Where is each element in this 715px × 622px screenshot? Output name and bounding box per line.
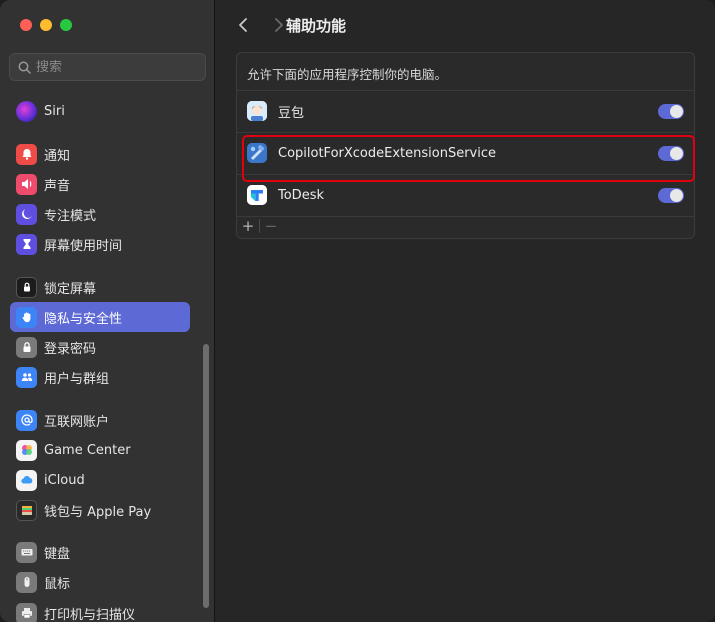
cloud-icon (16, 469, 37, 491)
sidebar-item-lock-screen[interactable]: 锁定屏幕 (10, 272, 190, 302)
sidebar-item-login-password[interactable]: 登录密码 (10, 332, 190, 362)
panel-footer: + − (237, 214, 694, 238)
search-icon (18, 61, 31, 74)
game-center-icon (16, 439, 37, 461)
toggle-doubao[interactable] (658, 103, 684, 119)
sidebar-item-siri[interactable]: Siri (10, 96, 190, 126)
padlock-icon (16, 336, 37, 358)
app-name: ToDesk (278, 187, 324, 203)
sidebar-item-internet-accounts[interactable]: 互联网账户 (10, 405, 190, 435)
chevron-left-icon (239, 18, 247, 32)
sidebar-item-privacy-security[interactable]: 隐私与安全性 (10, 302, 190, 332)
back-button[interactable] (233, 14, 253, 36)
sidebar-item-label: 登录密码 (44, 341, 97, 357)
page-title: 辅助功能 (286, 17, 347, 35)
sidebar-item-screen-time[interactable]: 屏幕使用时间 (10, 229, 190, 259)
sidebar-item-label: 鼠标 (44, 576, 71, 592)
sidebar-item-label: 键盘 (44, 546, 71, 562)
sidebar-item-label: Game Center (44, 442, 131, 458)
sidebar-scrollbar[interactable] (203, 344, 209, 608)
sidebar-item-label: 钱包与 Apple Pay (44, 504, 152, 520)
sidebar-item-notifications[interactable]: 通知 (10, 139, 190, 169)
sidebar-item-label: 锁定屏幕 (44, 281, 97, 297)
sidebar-item-label: 通知 (44, 148, 71, 164)
remove-app-button[interactable]: − (260, 214, 282, 238)
toolbar: 辅助功能 (216, 0, 715, 50)
minimize-button[interactable] (40, 19, 52, 31)
search-field[interactable] (9, 53, 206, 81)
highlight-box (242, 135, 695, 182)
app-row-doubao: 豆包 (237, 91, 694, 131)
sidebar-item-focus[interactable]: 专注模式 (10, 199, 190, 229)
add-app-button[interactable]: + (237, 214, 259, 238)
sidebar-item-wallet[interactable]: 钱包与 Apple Pay (10, 495, 190, 525)
panel-description: 允许下面的应用程序控制你的电脑。 (247, 67, 448, 82)
sidebar-item-label: 屏幕使用时间 (44, 238, 123, 254)
sidebar-item-label: Siri (44, 103, 65, 119)
hand-icon (16, 306, 37, 328)
sidebar-item-label: 互联网账户 (44, 414, 110, 430)
keyboard-icon (16, 541, 37, 563)
printer-icon (16, 602, 37, 622)
sidebar-item-keyboard[interactable]: 键盘 (10, 537, 190, 567)
sidebar-item-game-center[interactable]: Game Center (10, 435, 190, 465)
sidebar-item-label: iCloud (44, 472, 85, 488)
doubao-icon (247, 101, 267, 121)
sidebar-item-printers-scanners[interactable]: 打印机与扫描仪 (10, 598, 190, 622)
sidebar-item-label: 专注模式 (44, 208, 97, 224)
close-button[interactable] (20, 19, 32, 31)
siri-icon (16, 100, 37, 122)
search-input[interactable] (36, 59, 196, 75)
bell-icon (16, 143, 37, 165)
mouse-icon (16, 571, 37, 593)
sidebar-item-mouse[interactable]: 鼠标 (10, 567, 190, 597)
hourglass-icon (16, 233, 37, 255)
sidebar-item-users-groups[interactable]: 用户与群组 (10, 362, 190, 392)
app-name: 豆包 (278, 105, 305, 121)
lock-screen-icon (16, 276, 37, 298)
speaker-icon (16, 173, 37, 195)
zoom-button[interactable] (60, 19, 72, 31)
sidebar-item-icloud[interactable]: iCloud (10, 465, 190, 495)
sidebar-item-label: 声音 (44, 178, 71, 194)
at-icon (16, 409, 37, 431)
sidebar: Siri 通知 声音 专注模式 屏幕使用时间 (0, 0, 215, 622)
window-controls (20, 19, 72, 31)
settings-window: Siri 通知 声音 专注模式 屏幕使用时间 (0, 0, 715, 622)
todesk-icon (247, 185, 267, 205)
chevron-right-icon (275, 18, 283, 32)
moon-icon (16, 203, 37, 225)
toggle-todesk[interactable] (658, 187, 684, 203)
wallet-icon (16, 499, 37, 521)
sidebar-item-label: 用户与群组 (44, 371, 110, 387)
main-pane: 辅助功能 允许下面的应用程序控制你的电脑。 豆包 CopilotForXcode… (216, 0, 715, 622)
sidebar-item-label: 隐私与安全性 (44, 311, 123, 327)
users-icon (16, 366, 37, 388)
sidebar-item-sound[interactable]: 声音 (10, 169, 190, 199)
sidebar-item-label: 打印机与扫描仪 (44, 607, 136, 622)
